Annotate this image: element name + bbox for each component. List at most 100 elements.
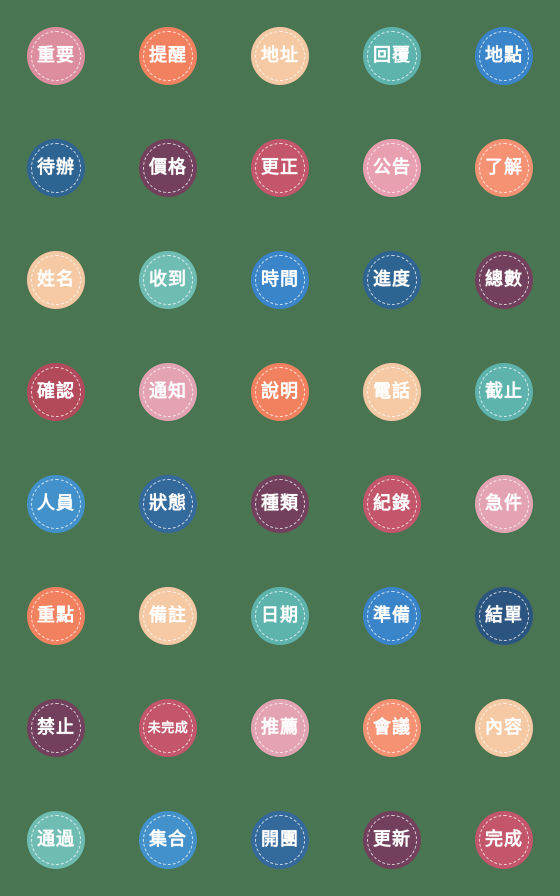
sticker-cell: 結單 xyxy=(448,560,560,672)
sticker-tongzhi[interactable]: 通知 xyxy=(139,363,197,421)
sticker-label: 截止 xyxy=(485,381,523,402)
sticker-cell: 開團 xyxy=(224,784,336,896)
emoji-sticker-sheet: 重要 提醒 地址 回覆 地點待辦 價格 更正 公告 了解姓名 收到 時間 進度 總數確認 通知 說明 電話 截止… xyxy=(0,0,560,896)
sticker-zhuangtai[interactable]: 狀態 xyxy=(139,475,197,533)
sticker-cell: 確認 xyxy=(0,336,112,448)
sticker-label: 了解 xyxy=(485,157,523,178)
sticker-label: 狀態 xyxy=(149,493,187,514)
sticker-jihe[interactable]: 集合 xyxy=(139,811,197,869)
sticker-label: 回覆 xyxy=(373,45,411,66)
sticker-gengzheng[interactable]: 更正 xyxy=(251,139,309,197)
sticker-cell: 急件 xyxy=(448,448,560,560)
sticker-label: 人員 xyxy=(37,493,75,514)
sticker-label: 推薦 xyxy=(261,717,299,738)
sticker-zhonglei[interactable]: 種類 xyxy=(251,475,309,533)
sticker-weiwancheng[interactable]: 未完成 xyxy=(139,699,197,757)
sticker-cell: 收到 xyxy=(112,224,224,336)
sticker-jiedan[interactable]: 結單 xyxy=(475,587,533,645)
sticker-cell: 重點 xyxy=(0,560,112,672)
sticker-label: 通知 xyxy=(149,381,187,402)
sticker-jilu[interactable]: 紀錄 xyxy=(363,475,421,533)
sticker-shoudao[interactable]: 收到 xyxy=(139,251,197,309)
sticker-label: 更新 xyxy=(373,829,411,850)
sticker-daiban[interactable]: 待辦 xyxy=(27,139,85,197)
sticker-cell: 紀錄 xyxy=(336,448,448,560)
sticker-renyuan[interactable]: 人員 xyxy=(27,475,85,533)
sticker-label: 備註 xyxy=(149,605,187,626)
sticker-label: 價格 xyxy=(149,157,187,178)
sticker-label: 地址 xyxy=(261,45,299,66)
sticker-label: 說明 xyxy=(261,381,299,402)
sticker-cell: 種類 xyxy=(224,448,336,560)
sticker-cell: 地點 xyxy=(448,0,560,112)
sticker-cell: 集合 xyxy=(112,784,224,896)
sticker-cell: 人員 xyxy=(0,448,112,560)
sticker-label: 紀錄 xyxy=(373,493,411,514)
sticker-cell: 說明 xyxy=(224,336,336,448)
sticker-huifu[interactable]: 回覆 xyxy=(363,27,421,85)
sticker-zhongyao[interactable]: 重要 xyxy=(27,27,85,85)
sticker-jijian[interactable]: 急件 xyxy=(475,475,533,533)
sticker-neirong[interactable]: 內容 xyxy=(475,699,533,757)
sticker-wancheng[interactable]: 完成 xyxy=(475,811,533,869)
sticker-cell: 準備 xyxy=(336,560,448,672)
sticker-riqi[interactable]: 日期 xyxy=(251,587,309,645)
sticker-zongshu[interactable]: 總數 xyxy=(475,251,533,309)
sticker-label: 地點 xyxy=(485,45,523,66)
sticker-jinzhi[interactable]: 禁止 xyxy=(27,699,85,757)
sticker-label: 急件 xyxy=(485,493,523,514)
sticker-label: 通過 xyxy=(37,829,75,850)
sticker-cell: 更新 xyxy=(336,784,448,896)
sticker-jindu[interactable]: 進度 xyxy=(363,251,421,309)
sticker-zhongdian[interactable]: 重點 xyxy=(27,587,85,645)
sticker-label: 完成 xyxy=(485,829,523,850)
sticker-label: 重要 xyxy=(37,45,75,66)
sticker-beizhu[interactable]: 備註 xyxy=(139,587,197,645)
sticker-liaojie[interactable]: 了解 xyxy=(475,139,533,197)
sticker-jiezhi[interactable]: 截止 xyxy=(475,363,533,421)
sticker-label: 時間 xyxy=(261,269,299,290)
sticker-cell: 未完成 xyxy=(112,672,224,784)
sticker-shijian[interactable]: 時間 xyxy=(251,251,309,309)
sticker-cell: 回覆 xyxy=(336,0,448,112)
sticker-label: 集合 xyxy=(149,829,187,850)
sticker-kaituan[interactable]: 開團 xyxy=(251,811,309,869)
sticker-cell: 截止 xyxy=(448,336,560,448)
sticker-shuoming[interactable]: 說明 xyxy=(251,363,309,421)
sticker-huiyi[interactable]: 會議 xyxy=(363,699,421,757)
sticker-cell: 備註 xyxy=(112,560,224,672)
sticker-label: 更正 xyxy=(261,157,299,178)
sticker-cell: 通知 xyxy=(112,336,224,448)
sticker-tixing[interactable]: 提醒 xyxy=(139,27,197,85)
sticker-cell: 推薦 xyxy=(224,672,336,784)
sticker-zhunbei[interactable]: 準備 xyxy=(363,587,421,645)
sticker-cell: 進度 xyxy=(336,224,448,336)
sticker-dizhi[interactable]: 地址 xyxy=(251,27,309,85)
sticker-dianhua[interactable]: 電話 xyxy=(363,363,421,421)
sticker-label: 未完成 xyxy=(147,720,189,736)
sticker-label: 提醒 xyxy=(149,45,187,66)
sticker-label: 重點 xyxy=(37,605,75,626)
sticker-label: 收到 xyxy=(149,269,187,290)
sticker-cell: 日期 xyxy=(224,560,336,672)
sticker-cell: 時間 xyxy=(224,224,336,336)
sticker-jiage[interactable]: 價格 xyxy=(139,139,197,197)
sticker-cell: 了解 xyxy=(448,112,560,224)
sticker-label: 進度 xyxy=(373,269,411,290)
sticker-xingming[interactable]: 姓名 xyxy=(27,251,85,309)
sticker-cell: 重要 xyxy=(0,0,112,112)
sticker-gonggao[interactable]: 公告 xyxy=(363,139,421,197)
sticker-label: 種類 xyxy=(261,493,299,514)
sticker-didian[interactable]: 地點 xyxy=(475,27,533,85)
sticker-label: 公告 xyxy=(373,157,411,178)
sticker-cell: 通過 xyxy=(0,784,112,896)
sticker-cell: 禁止 xyxy=(0,672,112,784)
sticker-cell: 總數 xyxy=(448,224,560,336)
sticker-queren[interactable]: 確認 xyxy=(27,363,85,421)
sticker-cell: 內容 xyxy=(448,672,560,784)
sticker-label: 姓名 xyxy=(37,269,75,290)
sticker-label: 電話 xyxy=(373,381,411,402)
sticker-gengxin[interactable]: 更新 xyxy=(363,811,421,869)
sticker-tuijian[interactable]: 推薦 xyxy=(251,699,309,757)
sticker-tongguo[interactable]: 通過 xyxy=(27,811,85,869)
